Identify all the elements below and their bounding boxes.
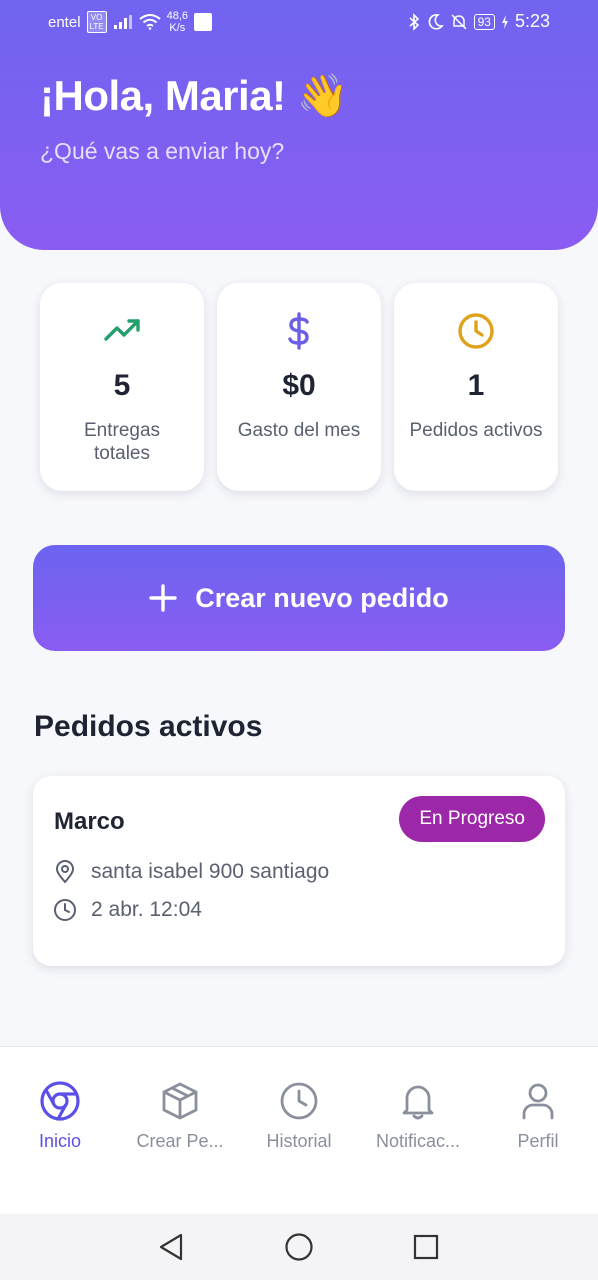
- volte-bottom: LTE: [89, 22, 104, 31]
- clock-icon: [280, 1082, 318, 1120]
- status-bar: entel VO LTE 48,6 K/s 93 5:23: [0, 0, 598, 46]
- order-recipient: Marco: [54, 808, 125, 835]
- trending-up-icon: [104, 319, 140, 341]
- stats-row: 5 Entregas totales $0 Gasto del mes 1 Pe…: [40, 283, 558, 491]
- nav-label: Crear Pe...: [136, 1131, 224, 1151]
- nav-item-notifications[interactable]: Notificac...: [358, 1079, 478, 1152]
- chrome-icon: [40, 1081, 80, 1121]
- order-time-row: 2 abr. 12:04: [53, 898, 202, 922]
- home-circle-icon: [285, 1233, 313, 1261]
- speed-value: 48,6: [166, 10, 189, 22]
- stat-value: 5: [113, 369, 131, 402]
- nav-label: Historial: [266, 1131, 332, 1151]
- home-button[interactable]: [282, 1230, 316, 1264]
- order-card[interactable]: Marco En Progreso santa isabel 900 santi…: [33, 776, 565, 966]
- dollar-icon: [288, 312, 309, 350]
- package-icon: [162, 1082, 198, 1120]
- clock-icon: [54, 899, 76, 921]
- nav-item-profile[interactable]: Perfil: [478, 1079, 598, 1152]
- nav-label: Notificac...: [375, 1131, 461, 1151]
- clock-icon: [458, 313, 494, 349]
- network-speed: 48,6 K/s: [167, 10, 188, 34]
- moon-icon: [428, 13, 444, 30]
- back-triangle-icon: [159, 1233, 183, 1261]
- order-address: santa isabel 900 santiago: [91, 860, 330, 883]
- back-button[interactable]: [154, 1230, 188, 1264]
- create-order-label: Crear nuevo pedido: [195, 582, 449, 613]
- header-banner: entel VO LTE 48,6 K/s 93 5:23 ¡Hola, Mar…: [0, 0, 598, 250]
- speed-unit: K/s: [169, 22, 186, 34]
- mute-bell-icon: [451, 13, 467, 30]
- recents-square-icon: [413, 1234, 439, 1260]
- create-order-button[interactable]: Crear nuevo pedido: [33, 545, 565, 651]
- user-icon: [522, 1083, 554, 1120]
- greeting-subtitle: ¿Qué vas a enviar hoy?: [40, 138, 285, 164]
- stat-value: $0: [282, 369, 316, 402]
- stat-label: Pedidos activos: [409, 420, 543, 441]
- volte-icon: VO LTE: [86, 11, 107, 33]
- greeting-title: ¡Hola, Maria! 👋: [40, 72, 349, 119]
- signal-icon: [113, 15, 132, 29]
- section-title-active-orders: Pedidos activos: [34, 710, 263, 743]
- order-time: 2 abr. 12:04: [91, 898, 202, 921]
- nav-item-home[interactable]: Inicio: [0, 1079, 120, 1152]
- stat-label: Gasto del mes: [237, 420, 361, 441]
- stat-card-deliveries[interactable]: 5 Entregas totales: [40, 283, 204, 491]
- notification-square-icon: [194, 13, 213, 31]
- status-badge: En Progreso: [399, 796, 545, 842]
- bell-icon: [402, 1085, 434, 1120]
- nav-item-create-order[interactable]: Crear Pe...: [120, 1079, 240, 1152]
- stat-card-spending[interactable]: $0 Gasto del mes: [217, 283, 381, 491]
- clock-time: 5:23: [514, 11, 550, 31]
- battery-icon: 93: [473, 13, 495, 30]
- wifi-icon: [138, 14, 161, 30]
- bluetooth-icon: [409, 12, 419, 31]
- nav-label: Perfil: [517, 1131, 559, 1151]
- nav-item-history[interactable]: Historial: [239, 1079, 359, 1152]
- charging-icon: [501, 14, 508, 29]
- order-address-row: santa isabel 900 santiago: [53, 860, 329, 884]
- nav-label: Inicio: [38, 1131, 82, 1151]
- stat-value: 1: [467, 369, 485, 402]
- plus-icon: [149, 584, 177, 612]
- carrier-name: entel: [48, 13, 81, 31]
- stat-card-active-orders[interactable]: 1 Pedidos activos: [394, 283, 558, 491]
- recents-button[interactable]: [409, 1230, 443, 1264]
- stat-label: Entregas totales: [83, 420, 161, 464]
- bottom-navigation: Inicio Crear Pe... Historial Notificac..…: [0, 1046, 598, 1214]
- system-navigation-bar: [0, 1214, 598, 1280]
- map-pin-icon: [55, 860, 75, 884]
- volte-top: VO: [90, 13, 103, 22]
